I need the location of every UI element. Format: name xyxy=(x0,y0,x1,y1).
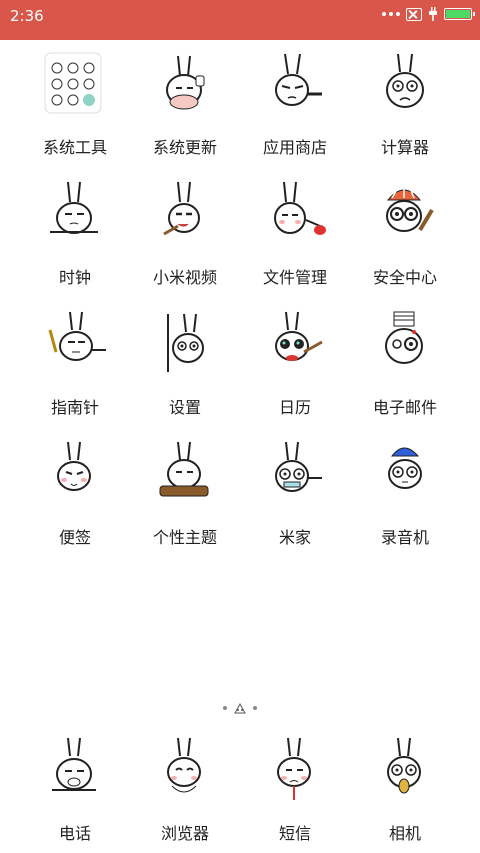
notes-icon xyxy=(40,440,110,510)
app-label: 相机 xyxy=(388,824,421,843)
more-dots-icon xyxy=(382,12,400,16)
app-calculator[interactable]: 计算器 xyxy=(350,50,460,158)
app-label: 浏览器 xyxy=(160,824,209,843)
page-dot xyxy=(253,706,257,710)
app-mijia[interactable]: 米家 xyxy=(240,440,350,548)
app-label: 小米视频 xyxy=(152,268,217,287)
app-security-center[interactable]: 安全中心 xyxy=(350,180,460,288)
phone-icon xyxy=(40,736,110,806)
app-label: 短信 xyxy=(278,824,311,843)
app-settings[interactable]: 设置 xyxy=(130,310,240,418)
app-label: 米家 xyxy=(278,528,311,547)
app-label: 电子邮件 xyxy=(372,398,437,417)
page-dot xyxy=(223,706,227,710)
app-label: 日历 xyxy=(278,398,311,417)
update-icon xyxy=(150,50,220,120)
charging-icon xyxy=(429,7,437,21)
clock-icon xyxy=(40,180,110,250)
email-icon xyxy=(370,310,440,380)
store-icon xyxy=(260,50,330,120)
app-recorder[interactable]: 录音机 xyxy=(350,440,460,548)
camera-icon xyxy=(370,736,440,806)
app-label: 设置 xyxy=(168,398,201,417)
app-browser[interactable]: 浏览器 xyxy=(130,736,240,844)
home-page-icon xyxy=(234,702,246,714)
security-icon xyxy=(370,180,440,250)
app-clock[interactable]: 时钟 xyxy=(20,180,130,288)
app-mi-video[interactable]: 小米视频 xyxy=(130,180,240,288)
settings-icon xyxy=(150,310,220,380)
themes-icon xyxy=(150,440,220,510)
app-label: 安全中心 xyxy=(372,268,437,287)
app-compass[interactable]: 指南针 xyxy=(20,310,130,418)
compass-icon xyxy=(40,310,110,380)
battery-icon xyxy=(444,8,475,20)
app-email[interactable]: 电子邮件 xyxy=(350,310,460,418)
browser-icon xyxy=(150,736,220,806)
app-label: 计算器 xyxy=(380,138,429,157)
app-label: 应用商店 xyxy=(262,138,327,157)
app-store[interactable]: 应用商店 xyxy=(240,50,350,158)
app-label: 文件管理 xyxy=(262,268,327,287)
app-themes[interactable]: 个性主题 xyxy=(130,440,240,548)
status-bar: 2:36 xyxy=(0,0,480,40)
app-file-manager[interactable]: 文件管理 xyxy=(240,180,350,288)
folder-icon xyxy=(40,50,110,120)
app-label: 系统更新 xyxy=(152,138,217,157)
calendar-icon xyxy=(260,310,330,380)
app-camera[interactable]: 相机 xyxy=(350,736,460,844)
status-time: 2:36 xyxy=(10,7,44,25)
app-label: 时钟 xyxy=(58,268,91,287)
app-calendar[interactable]: 日历 xyxy=(240,310,350,418)
app-messages[interactable]: 短信 xyxy=(240,736,350,844)
app-label: 便签 xyxy=(58,528,91,547)
app-label: 个性主题 xyxy=(152,528,217,547)
app-label: 指南针 xyxy=(50,398,99,417)
file-manager-icon xyxy=(260,180,330,250)
video-icon xyxy=(150,180,220,250)
app-phone[interactable]: 电话 xyxy=(20,736,130,844)
mijia-icon xyxy=(260,440,330,510)
no-sim-icon xyxy=(406,7,422,21)
calculator-icon xyxy=(370,50,440,120)
status-icons xyxy=(382,6,475,22)
app-label: 系统工具 xyxy=(42,138,107,157)
app-notes[interactable]: 便签 xyxy=(20,440,130,548)
dock: 电话 浏览器 短信 相机 xyxy=(0,736,480,853)
page-indicator[interactable] xyxy=(0,700,480,716)
app-system-tools[interactable]: 系统工具 xyxy=(20,50,130,158)
messages-icon xyxy=(260,736,330,806)
app-label: 录音机 xyxy=(380,528,429,547)
recorder-icon xyxy=(370,440,440,510)
app-system-update[interactable]: 系统更新 xyxy=(130,50,240,158)
app-label: 电话 xyxy=(58,824,91,843)
